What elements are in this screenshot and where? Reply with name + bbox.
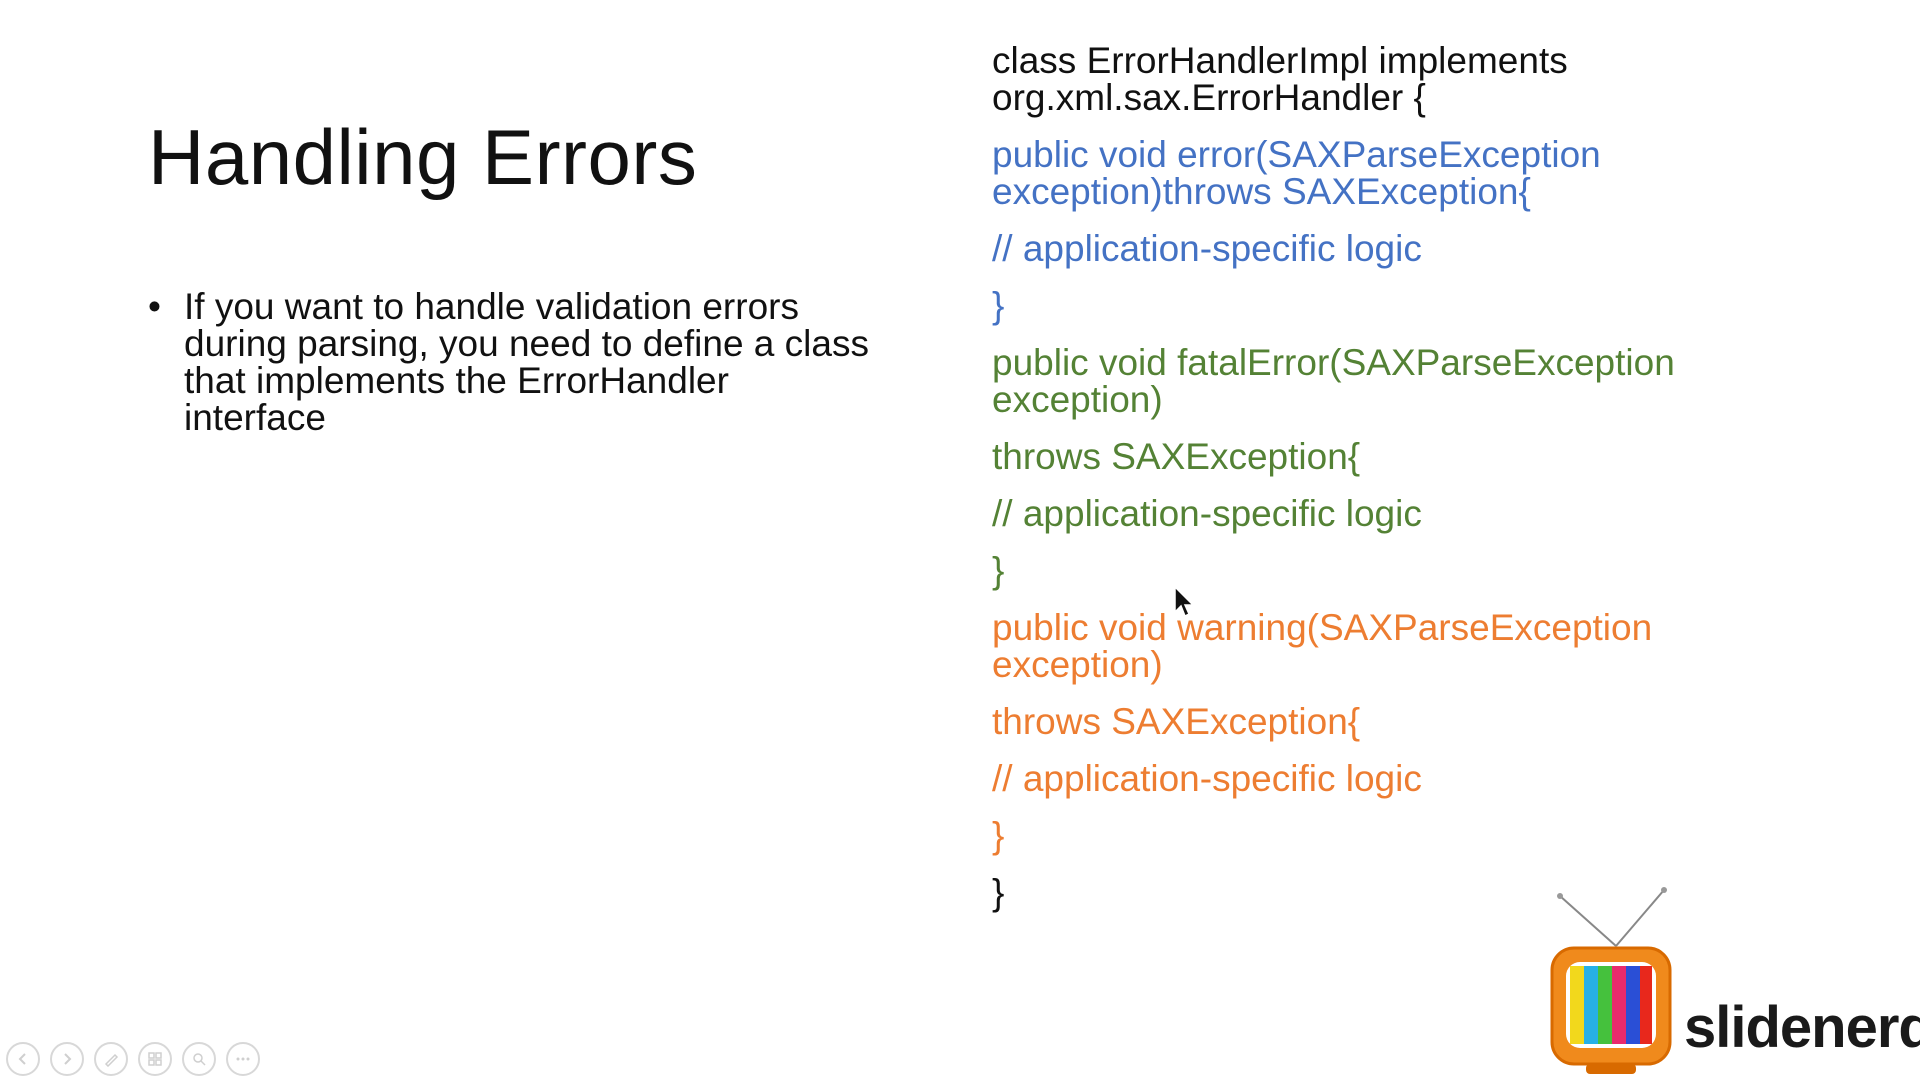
zoom-icon[interactable] — [182, 1042, 216, 1076]
code-throws: throws SAXException{ — [992, 701, 1361, 742]
code-line: public void warning(SAXParseException — [992, 607, 1653, 648]
code-line: exception) — [992, 379, 1163, 420]
code-comment: // application-specific logic — [992, 228, 1422, 269]
code-comment: // application-specific logic — [992, 493, 1422, 534]
bullet-line: If you want to handle validation errors — [184, 286, 799, 327]
next-slide-icon[interactable] — [50, 1042, 84, 1076]
previous-slide-icon[interactable] — [6, 1042, 40, 1076]
slides-grid-icon[interactable] — [138, 1042, 172, 1076]
code-brace: } — [992, 550, 1005, 591]
code-throws: throws SAXException{ — [992, 436, 1361, 477]
code-comment: // application-specific logic — [992, 758, 1422, 799]
mouse-cursor-icon — [1174, 586, 1195, 618]
code-line: exception)throws SAXException{ — [992, 171, 1531, 212]
slide-title: Handling Errors — [148, 113, 698, 201]
code-brace: } — [992, 815, 1005, 856]
code-line: exception) — [992, 644, 1163, 685]
code-line: public void fatalError(SAXParseException — [992, 342, 1675, 383]
presentation-toolbar — [6, 1042, 260, 1076]
warning-method: public void warning(SAXParseException ex… — [992, 609, 1892, 854]
code-line: class ErrorHandlerImpl implements — [992, 40, 1568, 81]
code-brace: } — [992, 285, 1005, 326]
code-line: org.xml.sax.ErrorHandler { — [992, 77, 1426, 118]
bullet-item: If you want to handle validation errors … — [148, 288, 948, 436]
bullet-line: during parsing, you need to define a cla… — [184, 323, 869, 364]
error-method: public void error(SAXParseException exce… — [992, 136, 1892, 324]
more-options-icon[interactable] — [226, 1042, 260, 1076]
pen-icon[interactable] — [94, 1042, 128, 1076]
slidenerd-logo: slidenerd — [1546, 886, 1920, 1080]
code-block: class ErrorHandlerImpl implements org.xm… — [992, 42, 1892, 911]
fatal-error-method: public void fatalError(SAXParseException… — [992, 344, 1892, 589]
bullet-line: interface — [184, 397, 326, 438]
code-line: public void error(SAXParseException — [992, 134, 1601, 175]
bullet-list: If you want to handle validation errors … — [148, 288, 948, 436]
retro-tv-icon — [1550, 887, 1672, 1074]
logo-text: slidenerd — [1684, 995, 1920, 1060]
class-declaration: class ErrorHandlerImpl implements org.xm… — [992, 42, 1892, 116]
bullet-line: that implements the ErrorHandler — [184, 360, 729, 401]
